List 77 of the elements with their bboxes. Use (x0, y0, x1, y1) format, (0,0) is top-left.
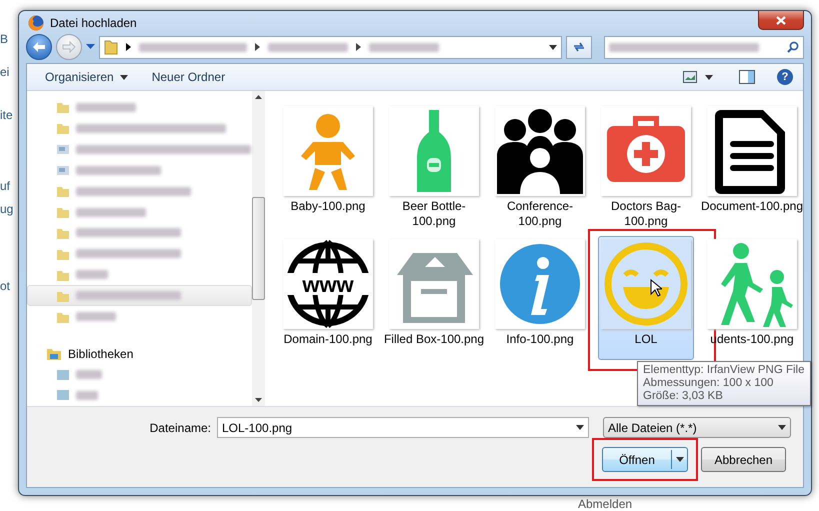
address-field[interactable] (99, 36, 562, 58)
folder-icon (104, 39, 118, 55)
globe-picture-icon: www (283, 239, 373, 329)
view-options-icon[interactable] (683, 71, 697, 83)
scroll-up-icon[interactable] (255, 95, 262, 99)
filename-label: Dateiname: (148, 420, 212, 436)
background-text: ug (0, 201, 14, 218)
caret-icon (120, 74, 128, 80)
library-icon (56, 388, 70, 402)
library-icon (56, 368, 70, 382)
tooltip-line: Größe: 3,03 KB (643, 390, 724, 403)
blurred-text (76, 270, 108, 280)
scrollbar-thumb[interactable] (252, 197, 265, 300)
tooltip-line: Elementtyp: IrfanView PNG File (643, 364, 804, 377)
library-folder-icon (46, 346, 62, 361)
close-button[interactable] (758, 11, 804, 30)
search-icon (787, 41, 799, 53)
file-name: Document-100.png (700, 199, 804, 214)
window-title: Datei hochladen (50, 14, 137, 32)
caret-icon[interactable] (549, 44, 557, 50)
close-icon (776, 16, 786, 24)
blurred-text (76, 370, 102, 380)
cancel-button[interactable]: Abbrechen (701, 447, 786, 472)
filename-value: LOL-100.png (222, 420, 292, 436)
folder-icon (56, 121, 70, 136)
chevron-icon (356, 43, 361, 51)
file-name: Beer Bottle-100.png (401, 199, 467, 229)
background-text: ot (0, 278, 10, 295)
chevron-icon (126, 43, 131, 51)
filename-field[interactable]: LOL-100.png (217, 417, 589, 438)
blurred-text (76, 208, 146, 217)
arrow-left-icon (32, 41, 46, 53)
refresh-button[interactable] (566, 36, 592, 58)
help-icon[interactable]: ? (777, 69, 793, 85)
background-text: ei (0, 64, 10, 81)
file-item[interactable]: LOL (598, 236, 694, 360)
background-text: ite (0, 107, 13, 124)
background-text: uf (0, 178, 10, 195)
drive-icon (56, 142, 70, 156)
mouse-pointer-icon (650, 279, 662, 297)
caret-icon (676, 457, 684, 462)
tooltip-line: Abmessungen: 100 x 100 (643, 377, 774, 390)
background-text: B (0, 31, 8, 48)
drive-icon (56, 163, 70, 178)
background-link[interactable]: Abmelden (578, 497, 632, 511)
folder-icon (56, 205, 70, 220)
blurred-text (76, 312, 116, 322)
back-button[interactable] (26, 34, 52, 60)
blurred-text (369, 42, 439, 52)
blurred-text (76, 102, 136, 112)
search-field[interactable] (604, 36, 804, 58)
nav-item[interactable] (27, 285, 252, 306)
file-name: Info-100.png (505, 332, 575, 347)
scroll-down-icon[interactable] (255, 398, 262, 402)
refresh-icon (572, 41, 586, 53)
file-name: Filled Box-100.png (382, 332, 486, 347)
folder-icon (56, 184, 70, 198)
chevron-icon (255, 43, 260, 51)
arrow-right-icon (62, 41, 76, 53)
file-name: LOL (634, 332, 658, 347)
file-name: Baby-100.png (290, 199, 366, 214)
folder-icon (56, 100, 70, 114)
new-folder-button[interactable]: Neuer Ordner (144, 66, 234, 88)
file-name: Doctors Bag-100.png (610, 199, 682, 229)
blurred-text (76, 390, 98, 400)
people-picture-icon (495, 106, 585, 196)
nav-item[interactable]: Bibliotheken (68, 344, 134, 363)
organize-menu-button[interactable]: Organisieren (37, 66, 136, 88)
preview-pane-icon[interactable] (739, 70, 755, 84)
file-name: Conference-100.png (506, 199, 574, 229)
browser-logo-icon (28, 14, 44, 30)
file-name: Domain-100.png (282, 332, 374, 347)
caret-icon[interactable] (705, 74, 713, 80)
caret-icon (778, 425, 786, 430)
caret-icon[interactable] (576, 425, 584, 430)
open-button[interactable]: Öffnen (602, 447, 688, 472)
file-type-dropdown[interactable]: Alle Dateien (*.*) (603, 417, 791, 438)
